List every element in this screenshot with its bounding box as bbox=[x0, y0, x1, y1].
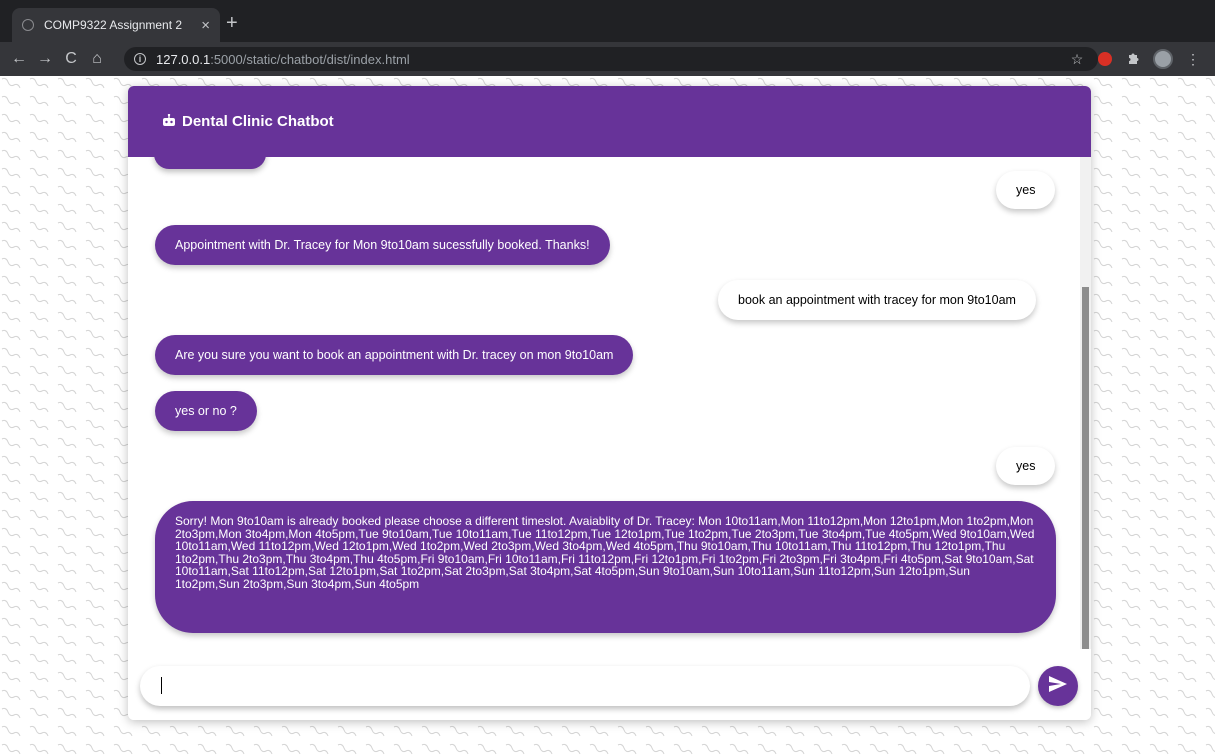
bot-message: Appointment with Dr. Tracey for Mon 9to1… bbox=[155, 225, 610, 265]
browser-tab[interactable]: COMP9322 Assignment 2 × bbox=[12, 8, 220, 42]
user-message: book an appointment with tracey for mon … bbox=[718, 280, 1036, 320]
profile-avatar[interactable] bbox=[1153, 49, 1173, 69]
new-tab-button[interactable]: + bbox=[226, 13, 238, 33]
message-list: yes Appointment with Dr. Tracey for Mon … bbox=[128, 157, 1091, 649]
reload-icon[interactable]: C bbox=[58, 50, 84, 68]
text-cursor bbox=[161, 677, 162, 694]
chat-scrollbar[interactable] bbox=[1080, 157, 1091, 649]
user-message: yes bbox=[996, 171, 1056, 209]
bot-message-partial bbox=[154, 157, 266, 169]
send-button[interactable] bbox=[1038, 666, 1078, 706]
chat-header: Dental Clinic Chatbot bbox=[128, 86, 1091, 157]
bot-message: Are you sure you want to book an appoint… bbox=[155, 335, 634, 375]
back-icon[interactable]: ← bbox=[6, 50, 32, 68]
chat-input-area bbox=[128, 649, 1091, 720]
extension-icon[interactable] bbox=[1098, 52, 1112, 66]
browser-tabstrip: COMP9322 Assignment 2 × + bbox=[0, 0, 1215, 42]
globe-icon bbox=[22, 19, 34, 31]
bot-message: yes or no ? bbox=[155, 391, 257, 431]
chat-window: Dental Clinic Chatbot yes Appointment wi… bbox=[128, 86, 1091, 720]
message-input[interactable] bbox=[140, 666, 1030, 706]
chat-title: Dental Clinic Chatbot bbox=[182, 113, 334, 130]
send-icon bbox=[1048, 675, 1068, 698]
extensions-puzzle-icon[interactable] bbox=[1119, 51, 1147, 68]
address-bar[interactable]: i 127.0.0.1 :5000/static/chatbot/dist/in… bbox=[124, 47, 1098, 71]
tab-title: COMP9322 Assignment 2 bbox=[44, 18, 183, 32]
browser-toolbar: ← → C ⌂ i 127.0.0.1 :5000/static/chatbot… bbox=[0, 42, 1215, 76]
browser-menu-icon[interactable]: ⋮ bbox=[1179, 51, 1207, 68]
scrollbar-thumb[interactable] bbox=[1082, 287, 1089, 649]
close-tab-icon[interactable]: × bbox=[201, 17, 210, 34]
bot-message: Sorry! Mon 9to10am is already booked ple… bbox=[155, 501, 1056, 633]
bookmark-star-icon[interactable]: ☆ bbox=[1063, 51, 1091, 68]
url-host: 127.0.0.1 bbox=[156, 51, 211, 67]
page-background: Dental Clinic Chatbot yes Appointment wi… bbox=[0, 76, 1215, 755]
info-icon[interactable]: i bbox=[134, 53, 146, 65]
robot-icon bbox=[162, 113, 176, 130]
url-path: :5000/static/chatbot/dist/index.html bbox=[210, 51, 410, 67]
user-message: yes bbox=[996, 447, 1056, 485]
toolbar-actions: ☆ ⋮ bbox=[1063, 42, 1207, 76]
home-icon[interactable]: ⌂ bbox=[84, 50, 110, 68]
forward-icon[interactable]: → bbox=[32, 50, 58, 68]
